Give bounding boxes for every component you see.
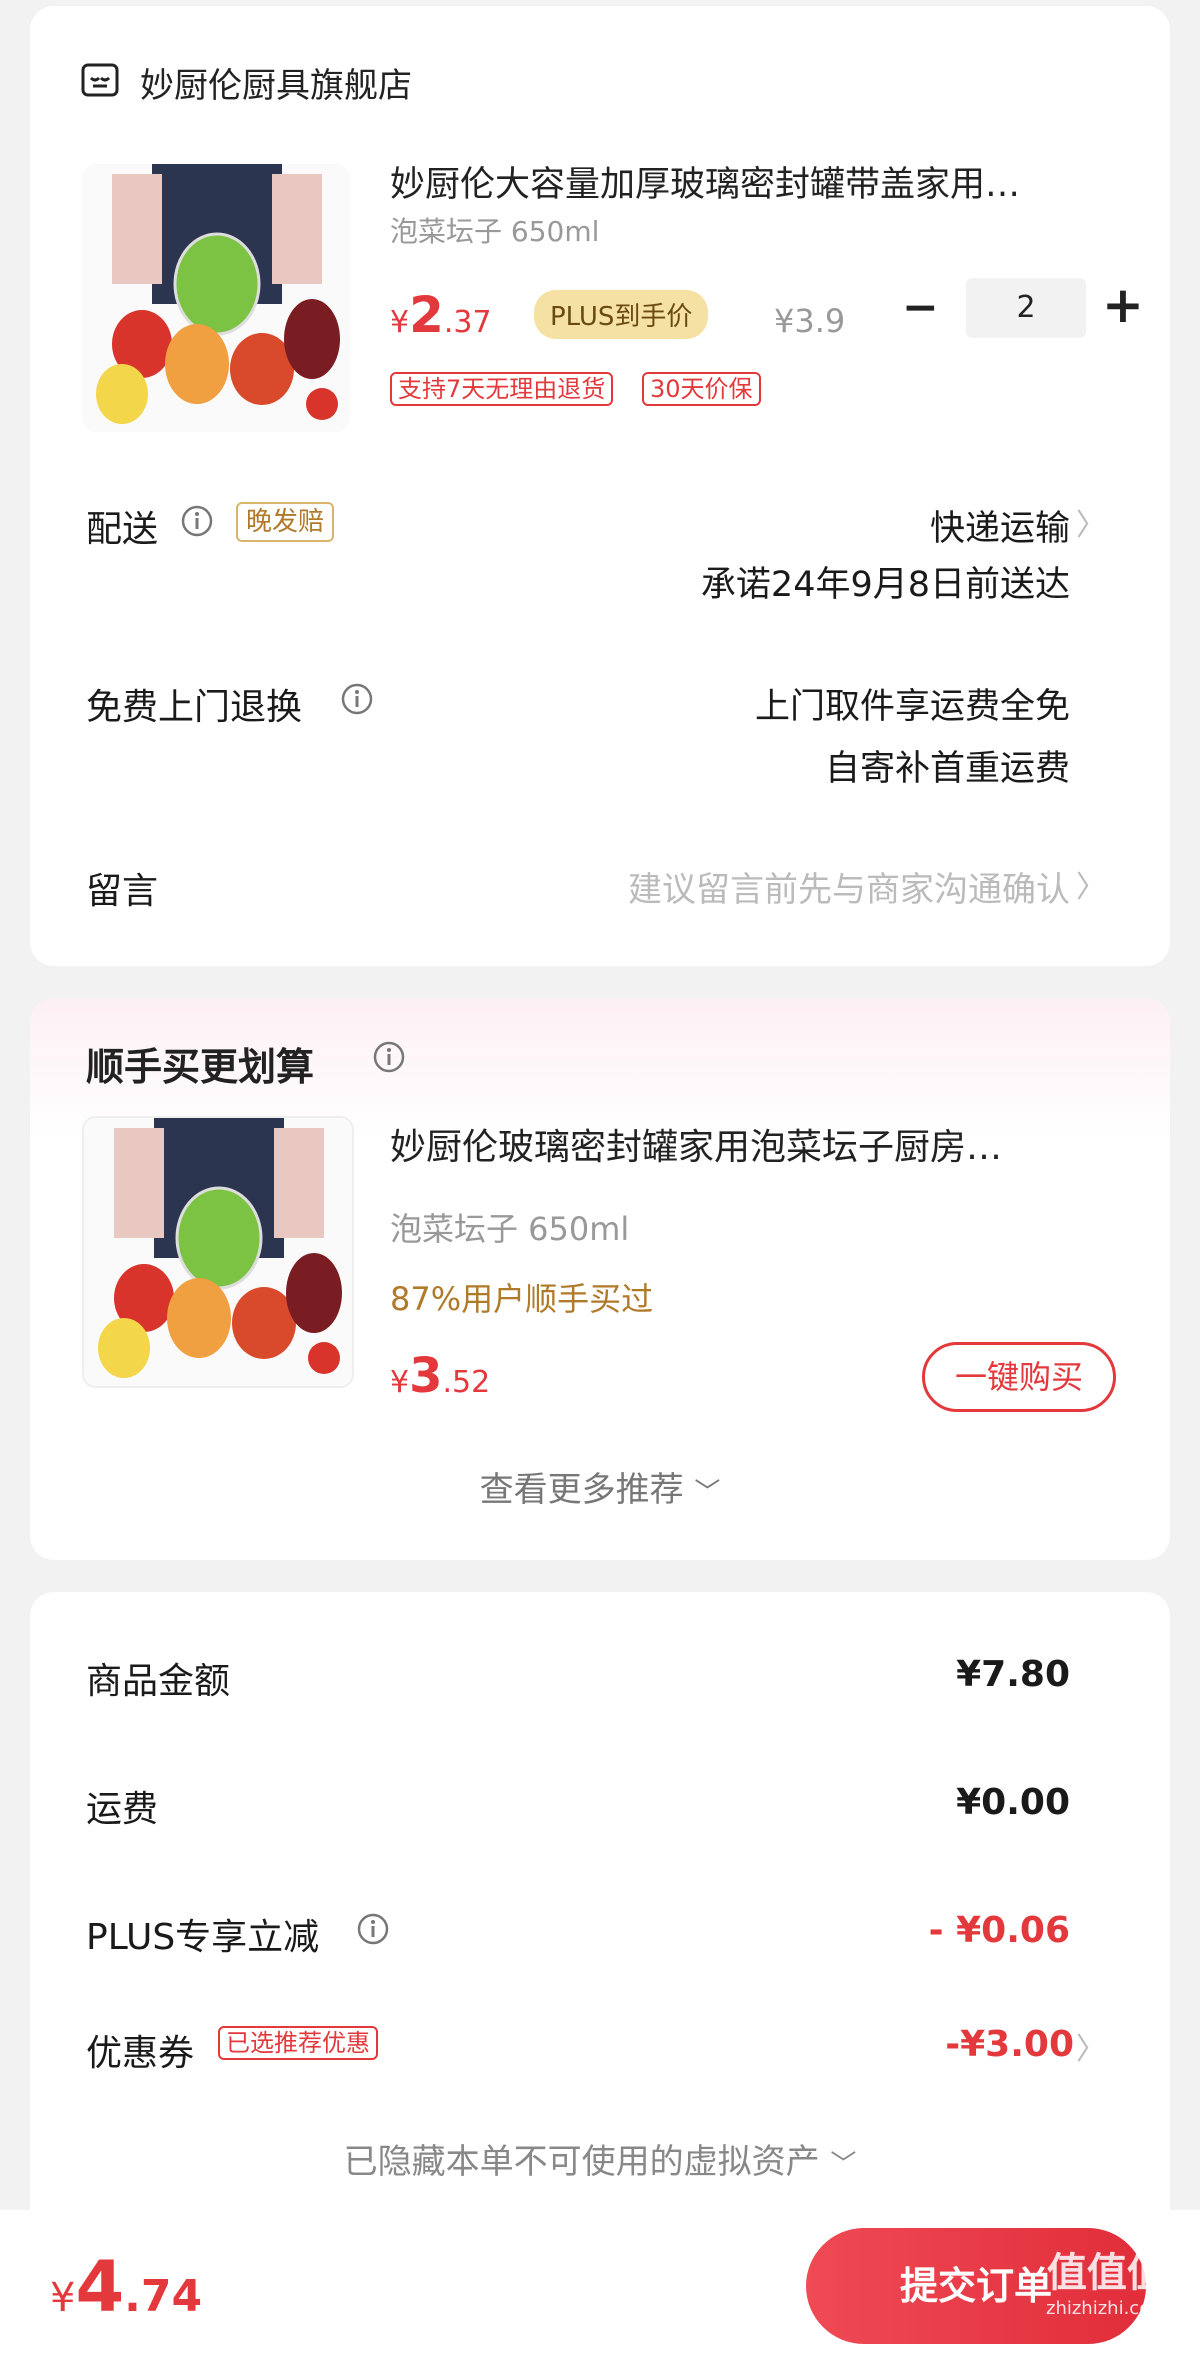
recommend-info-icon[interactable] xyxy=(372,1040,406,1078)
goods-amount-label: 商品金额 xyxy=(86,1661,231,1702)
recommend-item-title[interactable]: 妙厨伦玻璃密封罐家用泡菜坛子厨房… xyxy=(390,1118,1002,1170)
product-thumbnail[interactable] xyxy=(82,164,350,432)
order-store-card: 妙厨伦厨具旗舰店 妙厨伦大容量加厚玻璃密封罐带盖家用… 泡菜坛子 650ml ¥… xyxy=(30,6,1170,966)
watermark-logo: 值值值 xyxy=(1046,2250,1167,2296)
checkout-bar: ¥4.74 提交订单 值值值 zhizhizhi.com xyxy=(0,2210,1200,2360)
return-info-icon[interactable] xyxy=(340,682,374,720)
hidden-assets-label: 已隐藏本单不可使用的虚拟资产 xyxy=(343,2142,820,2182)
price-decimal: .74 xyxy=(124,2271,203,2322)
more-recommend-link[interactable]: 查看更多推荐 ﹀ xyxy=(30,1462,1170,1511)
price-decimal: .52 xyxy=(442,1365,491,1400)
recommend-thumbnail[interactable] xyxy=(82,1116,354,1388)
recommend-item-price: ¥3.52 xyxy=(390,1348,490,1404)
delivery-label: 配送 xyxy=(86,509,159,550)
price-symbol: ¥ xyxy=(390,1365,410,1400)
price-integer: 2 xyxy=(409,286,444,344)
plus-price-badge: PLUS到手价 xyxy=(534,290,709,339)
price-integer: 3 xyxy=(409,1348,443,1404)
coupon-label: 优惠券 xyxy=(86,2033,195,2074)
shipping-fee-label: 运费 xyxy=(86,1789,159,1830)
quantity-plus-button[interactable]: + xyxy=(1102,276,1144,334)
price-protect-tag: 30天价保 xyxy=(642,372,761,406)
price-integer: 4 xyxy=(75,2246,125,2328)
recommend-item-note: 87%用户顺手买过 xyxy=(390,1280,654,1318)
goods-amount-value: ¥7.80 xyxy=(956,1654,1070,1695)
delivery-method[interactable]: 快递运输 xyxy=(930,500,1070,551)
original-price: ¥3.9 xyxy=(774,302,846,340)
delivery-chevron-icon[interactable]: 〉 xyxy=(1076,500,1106,544)
hidden-assets-link[interactable]: 已隐藏本单不可使用的虚拟资产 ﹀ xyxy=(30,2134,1170,2183)
message-input[interactable]: 建议留言前先与商家沟通确认 xyxy=(628,862,1070,911)
more-recommend-label: 查看更多推荐 xyxy=(479,1470,684,1510)
return-service-line1: 上门取件享运费全免 xyxy=(754,687,1070,727)
store-icon xyxy=(80,60,120,100)
message-chevron-icon[interactable]: 〉 xyxy=(1076,862,1106,906)
coupon-recommended-badge: 已选推荐优惠 xyxy=(218,2026,378,2060)
product-price: ¥2.37 xyxy=(390,286,492,344)
one-click-buy-button[interactable]: 一键购买 xyxy=(922,1342,1116,1412)
recommend-card: 顺手买更划算 妙厨伦玻璃密封罐家用泡菜坛子厨房… 泡菜坛子 650ml 87%用… xyxy=(30,998,1170,1560)
coupon-chevron-icon[interactable]: 〉 xyxy=(1076,2024,1106,2068)
shipping-fee-value: ¥0.00 xyxy=(956,1782,1070,1823)
quantity-minus-button[interactable]: − xyxy=(902,282,939,333)
return-tag: 支持7天无理由退货 xyxy=(390,372,614,406)
quantity-input[interactable]: 2 xyxy=(966,278,1086,338)
watermark: 值值值 zhizhizhi.com xyxy=(1046,2240,1168,2319)
price-symbol: ¥ xyxy=(50,2275,76,2321)
product-spec[interactable]: 泡菜坛子 650ml xyxy=(390,210,599,250)
price-symbol: ¥ xyxy=(390,305,410,340)
delivery-info-icon[interactable] xyxy=(180,504,214,542)
price-decimal: .37 xyxy=(443,305,492,340)
plus-discount-label: PLUS专享立减 xyxy=(86,1917,320,1958)
plus-discount-value: - ¥0.06 xyxy=(928,1910,1070,1951)
message-label: 留言 xyxy=(86,871,159,912)
plus-discount-info-icon[interactable] xyxy=(356,1912,390,1950)
chevron-down-icon: ﹀ xyxy=(830,2150,857,2180)
late-compensation-badge: 晚发赔 xyxy=(236,502,335,542)
store-name[interactable]: 妙厨伦厨具旗舰店 xyxy=(140,58,412,107)
watermark-domain: zhizhizhi.com xyxy=(1046,2298,1168,2319)
delivery-promise: 承诺24年9月8日前送达 xyxy=(700,565,1070,605)
return-service-line2: 自寄补首重运费 xyxy=(824,749,1070,789)
chevron-down-icon: ﹀ xyxy=(694,1478,721,1508)
return-service-label: 免费上门退换 xyxy=(86,687,303,728)
coupon-value[interactable]: -¥3.00 xyxy=(945,2024,1074,2065)
total-price: ¥4.74 xyxy=(50,2246,202,2328)
recommend-title: 顺手买更划算 xyxy=(86,1045,315,1089)
price-summary-card: 商品金额 ¥7.80 运费 ¥0.00 PLUS专享立减 - ¥0.06 优惠券… xyxy=(30,1592,1170,2232)
recommend-item-spec[interactable]: 泡菜坛子 650ml xyxy=(390,1204,629,1250)
product-title[interactable]: 妙厨伦大容量加厚玻璃密封罐带盖家用… xyxy=(390,156,1020,207)
